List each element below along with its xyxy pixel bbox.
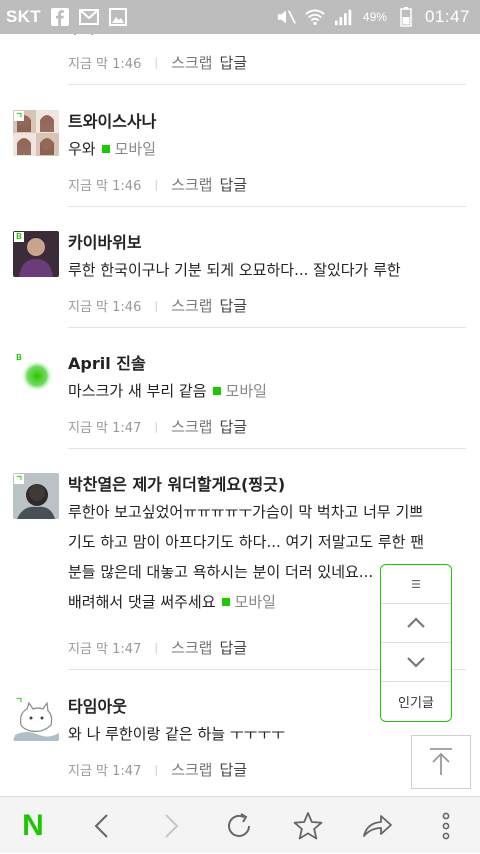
mobile-tag: 모바일 — [225, 382, 267, 400]
reply-button[interactable]: 답글 — [219, 637, 247, 658]
popular-label: 인기글 — [398, 696, 434, 711]
comment-meta: 지금 막 1:47 | 스크랩 답글 — [68, 759, 248, 780]
comment-item: 우와 ... 지금 막 1:46 | 스크랩 답글 — [0, 34, 480, 85]
level-badge: B — [14, 232, 24, 242]
comment-author[interactable]: 카이바위보 — [68, 229, 142, 253]
battery-percent: 49% — [362, 10, 387, 24]
refresh-icon — [228, 812, 250, 837]
level-badge: ㄱ — [14, 474, 24, 484]
scrap-button[interactable]: 스크랩 — [171, 759, 212, 780]
signal-icon — [334, 8, 354, 26]
avatar[interactable]: B — [13, 352, 59, 398]
comment-item: ㄱ 트와이스사나 우와 모바일 지금 막 1:46 | 스크랩 답글 — [0, 85, 480, 207]
status-bar: SKT 49% 01:47 — [0, 0, 480, 34]
scroll-to-top-button[interactable] — [411, 735, 471, 789]
comment-time: 지금 막 1:47 — [68, 641, 142, 657]
battery-icon — [396, 7, 416, 27]
comment-time: 지금 막 1:47 — [68, 763, 142, 779]
comment-text: 마스크가 새 부리 같음 모바일 — [68, 376, 468, 406]
clock: 01:47 — [424, 7, 470, 26]
bookmark-button[interactable] — [278, 797, 338, 854]
comment-time: 지금 막 1:46 — [68, 178, 142, 194]
scroll-down-button[interactable] — [381, 643, 451, 681]
mute-icon — [276, 8, 296, 26]
share-button[interactable] — [347, 797, 407, 854]
gallery-icon — [108, 8, 128, 26]
more-button[interactable] — [416, 797, 476, 854]
scrap-button[interactable]: 스크랩 — [171, 637, 212, 658]
comment-meta: 지금 막 1:47 | 스크랩 답글 — [68, 637, 248, 658]
scrap-button[interactable]: 스크랩 — [171, 174, 212, 195]
comment-meta: 지금 막 1:46 | 스크랩 답글 — [68, 52, 248, 73]
comment-item: B April 진솔 마스크가 새 부리 같음 모바일 지금 막 1:47 | 스… — [0, 327, 480, 449]
comment-text-line: 와 나 루한이랑 같은 하늘 ㅜㅜㅜㅜ — [68, 725, 286, 743]
forward-button[interactable] — [141, 797, 201, 854]
comment-author[interactable]: April 진솔 — [68, 350, 146, 374]
comment-item: B 카이바위보 루한 한국이구나 기분 되게 오묘하다... 잘있다가 루한 지… — [0, 206, 480, 328]
comment-time: 지금 막 1:46 — [68, 56, 142, 72]
comment-author[interactable]: 박찬열은 제가 워더할게요(찡긋) — [68, 471, 285, 495]
chevron-up-icon — [407, 617, 425, 628]
scrap-button[interactable]: 스크랩 — [171, 52, 212, 73]
reply-button[interactable]: 답글 — [219, 759, 247, 780]
comment-text-line: 루한아 보고싶었어ㅠㅠㅠㅠㅜ가슴이 막 벅차고 너무 기쁘 — [68, 503, 424, 521]
forward-icon — [165, 813, 179, 838]
scrap-button[interactable]: 스크랩 — [171, 416, 212, 437]
comment-text: 우와 모바일 — [68, 134, 468, 164]
wifi-icon — [305, 8, 325, 26]
scrap-button[interactable]: 스크랩 — [171, 295, 212, 316]
comment-meta: 지금 막 1:46 | 스크랩 답글 — [68, 295, 248, 316]
comment-text-line: 우와 — [68, 140, 96, 158]
naver-home-icon: N — [22, 808, 44, 842]
level-badge: ㄱ — [14, 696, 24, 706]
browser-toolbar: N — [0, 796, 480, 853]
comment-author[interactable]: 타임아웃 — [68, 693, 127, 717]
comment-text-line: 마스크가 새 부리 같음 — [68, 382, 207, 400]
comment-meta: 지금 막 1:46 | 스크랩 답글 — [68, 174, 248, 195]
avatar[interactable]: B — [13, 231, 59, 277]
comment-time: 지금 막 1:46 — [68, 299, 142, 315]
reply-button[interactable]: 답글 — [219, 295, 247, 316]
reply-button[interactable]: 답글 — [219, 52, 247, 73]
chevron-down-icon — [407, 657, 425, 668]
popular-button[interactable]: 인기글 — [381, 682, 451, 721]
comment-author[interactable]: 트와이스사나 — [68, 108, 156, 132]
avatar[interactable]: ㄱ — [13, 473, 59, 519]
share-icon — [363, 814, 392, 837]
back-icon — [94, 813, 108, 838]
comment-text-line: 우와 ... — [68, 34, 468, 43]
mobile-dot-icon — [221, 598, 230, 606]
scroll-up-button[interactable] — [381, 604, 451, 642]
comment-text: 우와 ... — [68, 34, 468, 43]
reply-button[interactable]: 답글 — [219, 174, 247, 195]
facebook-icon — [50, 8, 70, 26]
comment-time: 지금 막 1:47 — [68, 420, 142, 436]
comment-text-line: 루한 한국이구나 기분 되게 오묘하다... 잘있다가 루한 — [68, 261, 401, 279]
bookmark-star-icon — [293, 811, 323, 839]
floating-nav: 인기글 — [380, 564, 452, 722]
comment-text: 와 나 루한이랑 같은 하늘 ㅜㅜㅜㅜ — [68, 719, 468, 749]
back-button[interactable] — [72, 797, 132, 854]
mail-icon — [78, 8, 99, 26]
refresh-button[interactable] — [209, 797, 269, 854]
comment-meta: 지금 막 1:47 | 스크랩 답글 — [68, 416, 248, 437]
avatar[interactable]: ㄱ — [13, 695, 59, 741]
more-icon — [442, 812, 450, 839]
mobile-tag: 모바일 — [234, 593, 276, 611]
arrow-to-top-icon — [430, 748, 452, 775]
carrier-label: SKT — [6, 7, 41, 26]
menu-icon — [412, 580, 420, 588]
comment-text-line: 기도 하고 맘이 아프다기도 하다... 여기 저말고도 루한 팬 — [68, 533, 425, 551]
mobile-dot-icon — [212, 387, 221, 395]
reply-button[interactable]: 답글 — [219, 416, 247, 437]
menu-button[interactable] — [381, 565, 451, 603]
level-badge: B — [14, 353, 24, 363]
level-badge: ㄱ — [14, 111, 24, 121]
avatar[interactable]: ㄱ — [13, 110, 59, 156]
naver-home-button[interactable]: N — [3, 797, 63, 854]
mobile-dot-icon — [101, 145, 110, 153]
comment-text-line: 배려해서 댓글 써주세요 — [68, 593, 216, 611]
comment-text: 루한 한국이구나 기분 되게 오묘하다... 잘있다가 루한 — [68, 255, 468, 285]
mobile-tag: 모바일 — [114, 140, 157, 158]
